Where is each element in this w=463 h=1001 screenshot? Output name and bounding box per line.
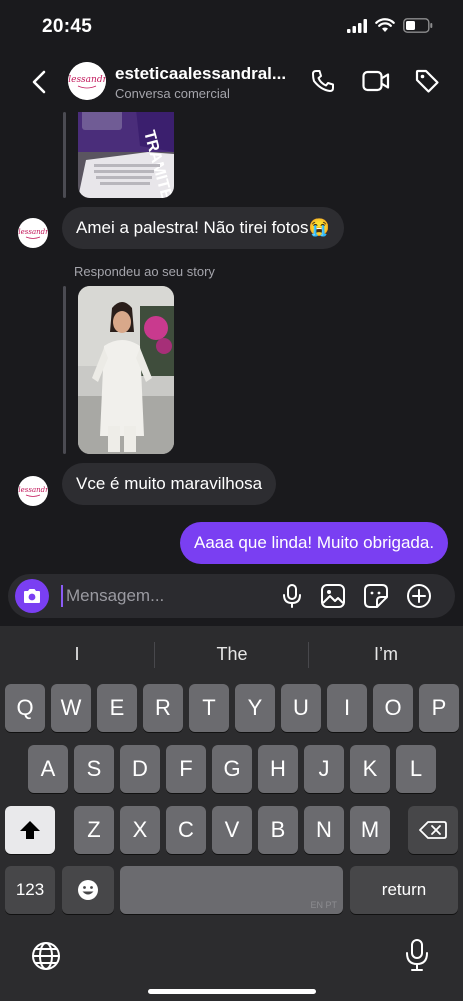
message-text: Aaaa que linda! Muito obrigada. xyxy=(194,533,435,552)
camera-button[interactable] xyxy=(15,579,49,613)
cellular-signal-icon xyxy=(347,18,367,33)
key-x[interactable]: X xyxy=(120,806,160,854)
message-bubble-incoming[interactable]: Vce é muito maravilhosa xyxy=(62,463,277,505)
key-h[interactable]: H xyxy=(258,745,298,793)
image-icon xyxy=(321,584,345,608)
add-button[interactable] xyxy=(406,583,432,609)
video-camera-icon xyxy=(362,70,390,92)
text-cursor xyxy=(61,585,63,607)
return-key[interactable]: return xyxy=(350,866,458,914)
key-k[interactable]: K xyxy=(350,745,390,793)
tag-button[interactable] xyxy=(412,66,442,96)
message-composer xyxy=(0,570,463,626)
home-indicator[interactable] xyxy=(148,989,316,994)
svg-text:Alessandra: Alessandra xyxy=(68,75,106,85)
reply-indicator xyxy=(63,286,66,454)
story-image-card: TRAMITE xyxy=(78,112,174,198)
key-n[interactable]: N xyxy=(304,806,344,854)
wifi-icon xyxy=(375,18,395,32)
microphone-icon xyxy=(406,939,428,971)
keyboard: I The I’m Q W E R T Y U I O P A S D F G … xyxy=(0,626,463,1001)
key-u[interactable]: U xyxy=(281,684,321,732)
contact-name[interactable]: esteticaalessandral... xyxy=(115,64,300,84)
gallery-button[interactable] xyxy=(320,583,346,609)
sticker-icon xyxy=(364,584,388,608)
story-image-person xyxy=(78,286,174,454)
emoji-key[interactable] xyxy=(62,866,114,914)
message-thread[interactable]: TRAMITE Alessandra Amei a palestra! Não … xyxy=(0,112,463,570)
message-bubble-outgoing[interactable]: Aaaa que linda! Muito obrigada. xyxy=(180,522,449,564)
shift-arrow-icon xyxy=(20,821,40,839)
key-m[interactable]: M xyxy=(350,806,390,854)
message-bubble-incoming[interactable]: Amei a palestra! Não tirei fotos😭 xyxy=(62,207,344,249)
key-o[interactable]: O xyxy=(373,684,413,732)
plus-circle-icon xyxy=(407,584,431,608)
suggestion[interactable]: I’m xyxy=(309,626,463,682)
shift-key[interactable] xyxy=(5,806,55,854)
camera-icon xyxy=(24,589,40,603)
key-s[interactable]: S xyxy=(74,745,114,793)
reply-indicator xyxy=(63,112,66,198)
svg-text:Alessandra: Alessandra xyxy=(18,486,48,494)
key-z[interactable]: Z xyxy=(74,806,114,854)
phone-icon xyxy=(312,70,334,92)
message-text: Amei a palestra! Não tirei fotos😭 xyxy=(76,218,330,237)
brand-logo-icon: Alessandra xyxy=(18,486,48,497)
sender-avatar[interactable]: Alessandra xyxy=(18,476,48,506)
brand-logo-icon: Alessandra xyxy=(68,62,106,100)
key-d[interactable]: D xyxy=(120,745,160,793)
story-thumbnail[interactable] xyxy=(78,286,174,454)
backspace-icon xyxy=(419,821,447,839)
key-y[interactable]: Y xyxy=(235,684,275,732)
back-arrow-icon[interactable] xyxy=(26,68,54,96)
dictation-button[interactable] xyxy=(404,938,430,972)
key-i[interactable]: I xyxy=(327,684,367,732)
suggestion[interactable]: I xyxy=(0,626,154,682)
battery-icon xyxy=(403,18,433,33)
call-button[interactable] xyxy=(308,66,338,96)
story-thumbnail[interactable]: TRAMITE xyxy=(78,112,174,198)
reply-caption: Respondeu ao seu story xyxy=(74,264,215,279)
conversation-type: Conversa comercial xyxy=(115,86,230,101)
video-call-button[interactable] xyxy=(361,66,391,96)
composer-box xyxy=(8,574,455,618)
sender-avatar[interactable]: Alessandra xyxy=(18,218,48,248)
svg-text:Alessandra: Alessandra xyxy=(18,228,48,236)
emoji-icon xyxy=(78,880,98,900)
key-q[interactable]: Q xyxy=(5,684,45,732)
numbers-key[interactable]: 123 xyxy=(5,866,55,914)
chat-header: Alessandra esteticaalessandral... Conver… xyxy=(0,52,463,112)
key-t[interactable]: T xyxy=(189,684,229,732)
key-f[interactable]: F xyxy=(166,745,206,793)
key-w[interactable]: W xyxy=(51,684,91,732)
key-l[interactable]: L xyxy=(396,745,436,793)
tag-icon xyxy=(415,69,439,93)
key-j[interactable]: J xyxy=(304,745,344,793)
backspace-key[interactable] xyxy=(408,806,458,854)
voice-message-button[interactable] xyxy=(279,583,305,609)
message-input[interactable] xyxy=(66,574,276,618)
status-bar: 20:45 xyxy=(0,0,463,52)
key-p[interactable]: P xyxy=(419,684,459,732)
space-language-label: EN PT xyxy=(310,900,337,910)
header-avatar[interactable]: Alessandra xyxy=(68,62,106,100)
message-text: Vce é muito maravilhosa xyxy=(76,474,263,493)
key-b[interactable]: B xyxy=(258,806,298,854)
suggestion-bar: I The I’m xyxy=(0,626,463,682)
suggestion[interactable]: The xyxy=(155,626,309,682)
microphone-icon xyxy=(283,584,301,608)
key-g[interactable]: G xyxy=(212,745,252,793)
space-key[interactable]: EN PT xyxy=(120,866,343,914)
key-a[interactable]: A xyxy=(28,745,68,793)
key-r[interactable]: R xyxy=(143,684,183,732)
key-e[interactable]: E xyxy=(97,684,137,732)
status-time: 20:45 xyxy=(42,16,93,37)
key-c[interactable]: C xyxy=(166,806,206,854)
brand-logo-icon: Alessandra xyxy=(18,228,48,239)
globe-button[interactable] xyxy=(30,940,62,972)
key-v[interactable]: V xyxy=(212,806,252,854)
globe-icon xyxy=(32,942,60,970)
status-icons xyxy=(347,18,433,33)
sticker-button[interactable] xyxy=(363,583,389,609)
